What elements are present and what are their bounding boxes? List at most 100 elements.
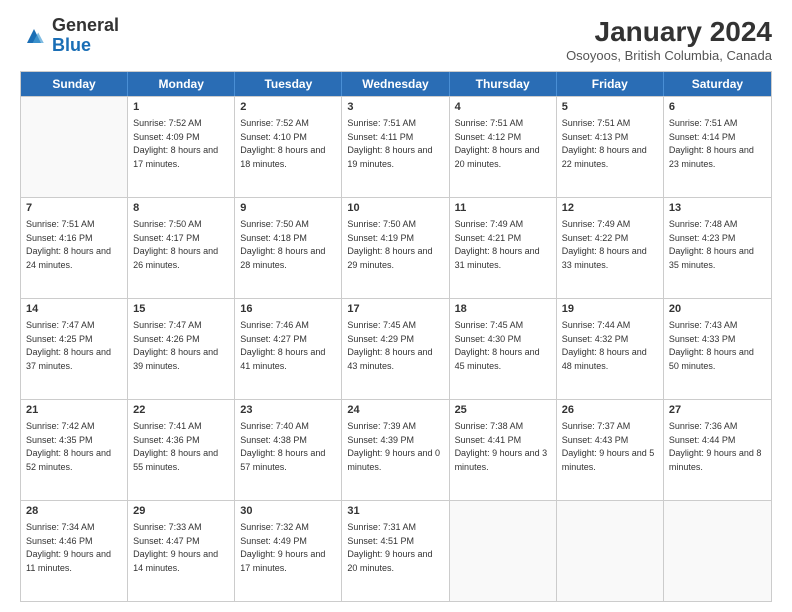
day-info: Sunrise: 7:52 AMSunset: 4:09 PMDaylight:… — [133, 118, 218, 169]
day-info: Sunrise: 7:41 AMSunset: 4:36 PMDaylight:… — [133, 421, 218, 472]
calendar-cell: 3 Sunrise: 7:51 AMSunset: 4:11 PMDaylight… — [342, 97, 449, 197]
day-number: 21 — [26, 403, 122, 418]
day-number: 27 — [669, 403, 766, 418]
calendar-cell: 7 Sunrise: 7:51 AMSunset: 4:16 PMDaylight… — [21, 198, 128, 298]
calendar-cell: 5 Sunrise: 7:51 AMSunset: 4:13 PMDaylight… — [557, 97, 664, 197]
calendar-cell: 10Sunrise: 7:50 AMSunset: 4:19 PMDayligh… — [342, 198, 449, 298]
day-info: Sunrise: 7:51 AMSunset: 4:13 PMDaylight:… — [562, 118, 647, 169]
day-info: Sunrise: 7:51 AMSunset: 4:14 PMDaylight:… — [669, 118, 754, 169]
calendar-row: 1 Sunrise: 7:52 AMSunset: 4:09 PMDaylight… — [21, 96, 771, 197]
calendar-row: 7 Sunrise: 7:51 AMSunset: 4:16 PMDaylight… — [21, 197, 771, 298]
calendar-body: 1 Sunrise: 7:52 AMSunset: 4:09 PMDaylight… — [21, 96, 771, 601]
day-number: 12 — [562, 201, 658, 216]
day-info: Sunrise: 7:38 AMSunset: 4:41 PMDaylight:… — [455, 421, 548, 472]
calendar-cell: 24Sunrise: 7:39 AMSunset: 4:39 PMDayligh… — [342, 400, 449, 500]
calendar-cell: 8 Sunrise: 7:50 AMSunset: 4:17 PMDaylight… — [128, 198, 235, 298]
page: General Blue January 2024 Osoyoos, Briti… — [0, 0, 792, 612]
calendar-cell: 28 Sunrise: 7:34 AMSunset: 4:46 PMDayligh… — [21, 501, 128, 601]
day-number: 13 — [669, 201, 766, 216]
header-friday: Friday — [557, 72, 664, 96]
day-info: Sunrise: 7:45 AMSunset: 4:29 PMDaylight:… — [347, 320, 432, 371]
day-info: Sunrise: 7:34 AMSunset: 4:46 PMDaylight:… — [26, 522, 111, 573]
day-number: 19 — [562, 302, 658, 317]
day-number: 31 — [347, 504, 443, 519]
header: General Blue January 2024 Osoyoos, Briti… — [20, 16, 772, 63]
calendar-row: 21Sunrise: 7:42 AMSunset: 4:35 PMDayligh… — [21, 399, 771, 500]
day-number: 5 — [562, 100, 658, 115]
calendar-cell: 23Sunrise: 7:40 AMSunset: 4:38 PMDayligh… — [235, 400, 342, 500]
day-number: 14 — [26, 302, 122, 317]
calendar-cell: 1 Sunrise: 7:52 AMSunset: 4:09 PMDaylight… — [128, 97, 235, 197]
calendar-cell: 2Sunrise: 7:52 AMSunset: 4:10 PMDaylight… — [235, 97, 342, 197]
day-number: 4 — [455, 100, 551, 115]
logo-text: General Blue — [52, 16, 119, 56]
day-info: Sunrise: 7:37 AMSunset: 4:43 PMDaylight:… — [562, 421, 655, 472]
day-info: Sunrise: 7:44 AMSunset: 4:32 PMDaylight:… — [562, 320, 647, 371]
day-info: Sunrise: 7:49 AMSunset: 4:21 PMDaylight:… — [455, 219, 540, 270]
calendar: Sunday Monday Tuesday Wednesday Thursday… — [20, 71, 772, 602]
calendar-cell: 25Sunrise: 7:38 AMSunset: 4:41 PMDayligh… — [450, 400, 557, 500]
calendar-cell — [557, 501, 664, 601]
day-info: Sunrise: 7:51 AMSunset: 4:16 PMDaylight:… — [26, 219, 111, 270]
day-info: Sunrise: 7:51 AMSunset: 4:11 PMDaylight:… — [347, 118, 432, 169]
calendar-cell: 17 Sunrise: 7:45 AMSunset: 4:29 PMDayligh… — [342, 299, 449, 399]
calendar-cell: 18 Sunrise: 7:45 AMSunset: 4:30 PMDayligh… — [450, 299, 557, 399]
day-number: 24 — [347, 403, 443, 418]
calendar-cell: 4 Sunrise: 7:51 AMSunset: 4:12 PMDaylight… — [450, 97, 557, 197]
day-number: 6 — [669, 100, 766, 115]
day-info: Sunrise: 7:48 AMSunset: 4:23 PMDaylight:… — [669, 219, 754, 270]
day-info: Sunrise: 7:50 AMSunset: 4:17 PMDaylight:… — [133, 219, 218, 270]
day-number: 7 — [26, 201, 122, 216]
calendar-cell: 14Sunrise: 7:47 AMSunset: 4:25 PMDayligh… — [21, 299, 128, 399]
logo: General Blue — [20, 16, 119, 56]
day-number: 11 — [455, 201, 551, 216]
day-number: 17 — [347, 302, 443, 317]
calendar-cell: 11 Sunrise: 7:49 AMSunset: 4:21 PMDayligh… — [450, 198, 557, 298]
calendar-cell: 9 Sunrise: 7:50 AMSunset: 4:18 PMDaylight… — [235, 198, 342, 298]
logo-general: General — [52, 15, 119, 35]
calendar-cell: 6 Sunrise: 7:51 AMSunset: 4:14 PMDaylight… — [664, 97, 771, 197]
calendar-cell — [21, 97, 128, 197]
day-info: Sunrise: 7:40 AMSunset: 4:38 PMDaylight:… — [240, 421, 325, 472]
day-number: 15 — [133, 302, 229, 317]
calendar-cell — [664, 501, 771, 601]
title-block: January 2024 Osoyoos, British Columbia, … — [566, 16, 772, 63]
day-info: Sunrise: 7:47 AMSunset: 4:26 PMDaylight:… — [133, 320, 218, 371]
day-number: 29 — [133, 504, 229, 519]
calendar-cell: 12 Sunrise: 7:49 AMSunset: 4:22 PMDayligh… — [557, 198, 664, 298]
header-saturday: Saturday — [664, 72, 771, 96]
day-info: Sunrise: 7:49 AMSunset: 4:22 PMDaylight:… — [562, 219, 647, 270]
day-info: Sunrise: 7:31 AMSunset: 4:51 PMDaylight:… — [347, 522, 432, 573]
logo-icon — [20, 22, 48, 50]
day-number: 10 — [347, 201, 443, 216]
day-info: Sunrise: 7:33 AMSunset: 4:47 PMDaylight:… — [133, 522, 218, 573]
day-number: 3 — [347, 100, 443, 115]
calendar-cell: 19 Sunrise: 7:44 AMSunset: 4:32 PMDayligh… — [557, 299, 664, 399]
calendar-cell: 30Sunrise: 7:32 AMSunset: 4:49 PMDayligh… — [235, 501, 342, 601]
day-info: Sunrise: 7:51 AMSunset: 4:12 PMDaylight:… — [455, 118, 540, 169]
calendar-cell: 20Sunrise: 7:43 AMSunset: 4:33 PMDayligh… — [664, 299, 771, 399]
header-sunday: Sunday — [21, 72, 128, 96]
calendar-cell: 27Sunrise: 7:36 AMSunset: 4:44 PMDayligh… — [664, 400, 771, 500]
calendar-cell: 22Sunrise: 7:41 AMSunset: 4:36 PMDayligh… — [128, 400, 235, 500]
calendar-cell — [450, 501, 557, 601]
calendar-cell: 13 Sunrise: 7:48 AMSunset: 4:23 PMDayligh… — [664, 198, 771, 298]
calendar-header: Sunday Monday Tuesday Wednesday Thursday… — [21, 72, 771, 96]
day-info: Sunrise: 7:43 AMSunset: 4:33 PMDaylight:… — [669, 320, 754, 371]
header-wednesday: Wednesday — [342, 72, 449, 96]
day-number: 18 — [455, 302, 551, 317]
day-number: 1 — [133, 100, 229, 115]
day-number: 30 — [240, 504, 336, 519]
day-number: 9 — [240, 201, 336, 216]
day-number: 8 — [133, 201, 229, 216]
day-info: Sunrise: 7:45 AMSunset: 4:30 PMDaylight:… — [455, 320, 540, 371]
calendar-row: 28 Sunrise: 7:34 AMSunset: 4:46 PMDayligh… — [21, 500, 771, 601]
day-number: 28 — [26, 504, 122, 519]
day-number: 2 — [240, 100, 336, 115]
location-subtitle: Osoyoos, British Columbia, Canada — [566, 48, 772, 63]
day-info: Sunrise: 7:50 AMSunset: 4:18 PMDaylight:… — [240, 219, 325, 270]
calendar-cell: 26Sunrise: 7:37 AMSunset: 4:43 PMDayligh… — [557, 400, 664, 500]
calendar-cell: 21Sunrise: 7:42 AMSunset: 4:35 PMDayligh… — [21, 400, 128, 500]
calendar-cell: 31 Sunrise: 7:31 AMSunset: 4:51 PMDayligh… — [342, 501, 449, 601]
day-info: Sunrise: 7:46 AMSunset: 4:27 PMDaylight:… — [240, 320, 325, 371]
